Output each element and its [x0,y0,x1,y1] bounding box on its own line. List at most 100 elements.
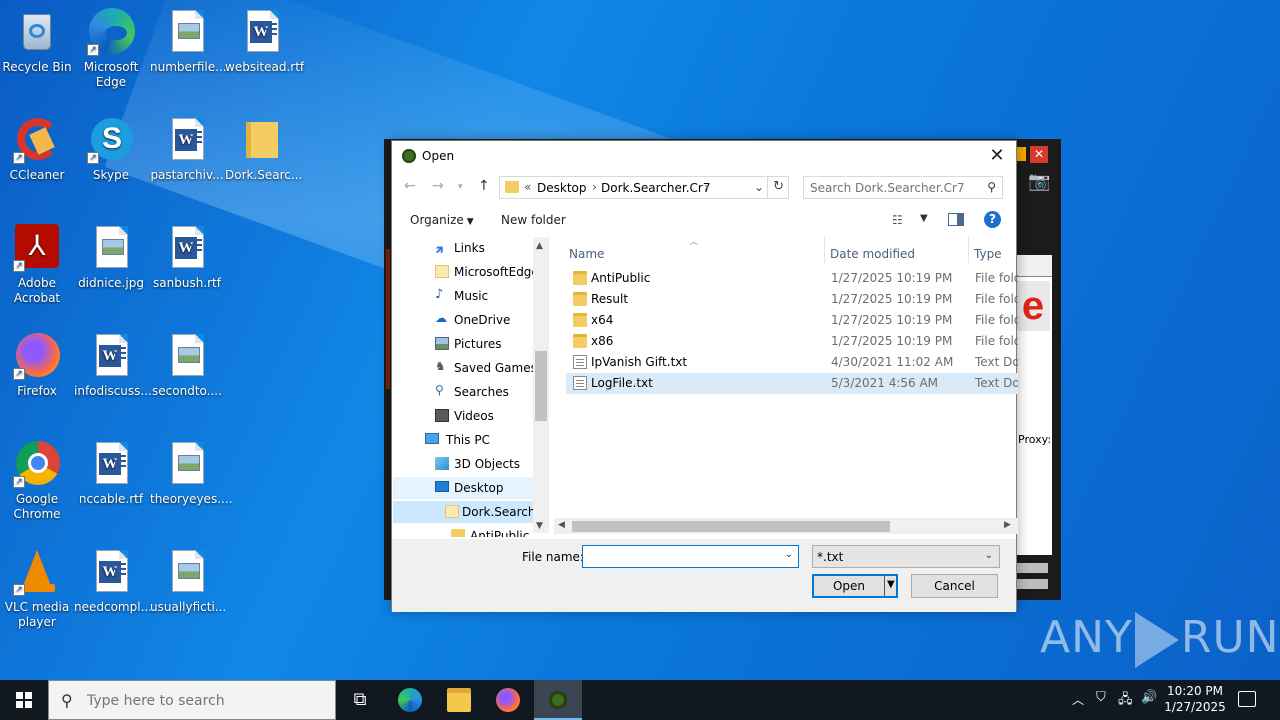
file-row[interactable]: IpVanish Gift.txt 4/30/2021 11:02 AM Tex… [566,352,1018,373]
word-document-icon: W [238,8,286,56]
up-arrow-icon[interactable]: ↑ [478,178,490,194]
close-button[interactable]: ✕ [1030,146,1048,163]
refresh-icon[interactable]: ↻ [773,179,784,194]
desktop-icon-recycle-bin[interactable]: Recycle Bin [0,8,74,75]
file-row[interactable]: Result 1/27/2025 10:19 PM File folder [566,289,1018,310]
taskbar-search-input[interactable] [87,691,327,711]
help-icon[interactable]: ? [984,211,1001,228]
nav-item-antipublic[interactable]: AntiPublic [393,525,533,537]
desktop-icon-google-chrome[interactable]: ↗ Google Chrome [0,440,74,522]
file-row[interactable]: x86 1/27/2025 10:19 PM File folder [566,331,1018,352]
file-row[interactable]: AntiPublic 1/27/2025 10:19 PM File folde… [566,268,1018,289]
desktop-icon-secondto[interactable]: secondto.... [150,332,224,399]
taskbar-search-box[interactable]: ⚲ [48,680,336,720]
desktop-icon-ccleaner[interactable]: ↗ CCleaner [0,116,74,183]
desktop-icon-usuallyficti[interactable]: usuallyficti... [150,548,226,615]
desktop-icon-label: numberfile... [150,60,227,74]
camera-icon[interactable]: 📷 [1028,171,1050,192]
nav-item-desktop[interactable]: Desktop [393,477,533,499]
security-icon[interactable]: ⛉ [1096,690,1106,720]
chevron-down-icon[interactable]: ▼ [920,213,928,224]
nav-item-saved-games[interactable]: ♞ Saved Games [393,357,537,379]
desktop-icon-pastarchiv[interactable]: W pastarchiv... [150,116,224,183]
taskbar-edge-button[interactable] [386,680,434,720]
desktop-icon-microsoft-edge[interactable]: ↗ Microsoft Edge [74,8,148,90]
task-view-button[interactable]: ⧉ [336,680,384,720]
taskbar-file-explorer-button[interactable] [435,680,483,720]
file-row[interactable]: LogFile.txt 5/3/2021 4:56 AM Text Docume… [566,373,1018,394]
search-input[interactable] [810,179,980,196]
file-name-combobox[interactable]: ⌄ [582,545,799,568]
app-button[interactable] [1016,579,1048,589]
desktop-icon-numberfile[interactable]: numberfile... [150,8,227,75]
breadcrumb-dork-searcher[interactable]: Dork.Searcher.Cr7 [601,181,710,195]
breadcrumb-overflow[interactable]: « [524,180,531,194]
desktop-icon-vlc[interactable]: ↗ VLC media player [0,548,74,630]
start-button[interactable] [0,680,48,720]
desktop-icon-websitead[interactable]: W websitead.rtf [225,8,304,75]
nav-item-pictures[interactable]: Pictures [393,333,533,355]
back-arrow-icon[interactable]: ← [404,178,416,194]
nav-item-3d-objects[interactable]: 3D Objects [393,453,533,475]
file-list-horizontal-scrollbar[interactable]: ◀ ▶ [554,518,1018,534]
desktop-icon-theoryeyes[interactable]: theoryeyes.... [150,440,232,507]
column-header-date[interactable]: Date modified [813,237,957,267]
recent-locations-chevron-icon[interactable]: ▾ [458,182,463,192]
notifications-icon[interactable] [1238,691,1256,707]
nav-item-dork-searcher[interactable]: Dork.Searcher [393,501,548,523]
search-box[interactable]: ⚲ [803,176,1003,199]
desktop-icon-sanbush[interactable]: W sanbush.rtf [150,224,224,291]
chevron-down-icon[interactable]: ⌄ [785,549,793,560]
network-icon[interactable]: 🖧 [1118,690,1133,720]
link-icon: 🡽 [435,243,444,257]
new-folder-button[interactable]: New folder [501,213,566,227]
column-header-type[interactable]: Type [957,237,1017,267]
nav-item-music[interactable]: ♪ Music [393,285,533,307]
show-hidden-icons-chevron-icon[interactable]: ︿ [1072,691,1084,720]
volume-icon[interactable]: 🔊 [1141,690,1157,720]
scroll-down-icon[interactable]: ▼ [536,521,543,531]
organize-button[interactable]: Organize ▼ [410,213,474,227]
nav-item-links[interactable]: 🡽 Links [393,237,533,259]
forward-arrow-icon[interactable]: → [432,178,444,194]
scroll-left-icon[interactable]: ◀ [558,520,565,530]
scroll-up-icon[interactable]: ▲ [536,241,543,251]
file-row[interactable]: x64 1/27/2025 10:19 PM File folder [566,310,1018,331]
taskbar-firefox-button[interactable] [484,680,532,720]
nav-item-searches[interactable]: ⚲ Searches [393,381,533,403]
open-options-chevron-icon[interactable]: ▼ [887,579,895,590]
nav-pane-scrollbar[interactable]: ▲ ▼ [533,237,549,533]
column-header-name[interactable]: Name [552,237,824,267]
desktop-icon-needcompl[interactable]: W needcompl... [74,548,152,615]
open-button[interactable]: Open ▼ [812,574,898,598]
desktop-icon-adobe-acrobat[interactable]: ⅄ ↗ Adobe Acrobat [0,224,74,306]
taskbar-dork-searcher-button[interactable] [534,680,582,720]
app-dropdown[interactable] [1014,255,1052,277]
scrollbar-thumb[interactable] [535,351,547,421]
nav-item-this-pc[interactable]: This PC [393,429,533,451]
desktop-icon-firefox[interactable]: ↗ Firefox [0,332,74,399]
nav-item-microsoftedge[interactable]: MicrosoftEdge [393,261,539,283]
desktop-icon-didnice[interactable]: didnice.jpg [74,224,148,291]
scrollbar-thumb[interactable] [572,521,890,532]
nav-item-videos[interactable]: Videos [393,405,533,427]
address-dropdown-chevron-icon[interactable]: ⌄ [754,180,764,194]
file-name-input[interactable] [587,548,777,565]
app-button[interactable] [1016,563,1048,573]
desktop-icon-skype[interactable]: S ↗ Skype [74,116,148,183]
scroll-right-icon[interactable]: ▶ [1004,520,1011,530]
change-view-icon[interactable]: ☷ [892,213,903,227]
nav-item-onedrive[interactable]: ☁ OneDrive [393,309,533,331]
desktop-icon-nccable[interactable]: W nccable.rtf [74,440,148,507]
file-type-filter-select[interactable]: *.txt ⌄ [812,545,1000,568]
breadcrumb-desktop[interactable]: Desktop [537,181,587,195]
system-clock[interactable]: 10:20 PM 1/27/2025 [1160,683,1230,715]
desktop-icon-infodiscuss[interactable]: W infodiscuss... [74,332,152,399]
edge-icon: ↗ [87,8,135,56]
cancel-button[interactable]: Cancel [911,574,998,598]
preview-pane-icon[interactable] [948,213,964,226]
address-bar[interactable]: « Desktop › Dork.Searcher.Cr7 › ⌄ ↻ [499,176,789,199]
desktop-icon-dork-searcher[interactable]: Dork.Searc... [225,116,302,183]
dialog-close-button[interactable]: ✕ [986,145,1008,166]
windows-logo-icon [16,692,32,708]
